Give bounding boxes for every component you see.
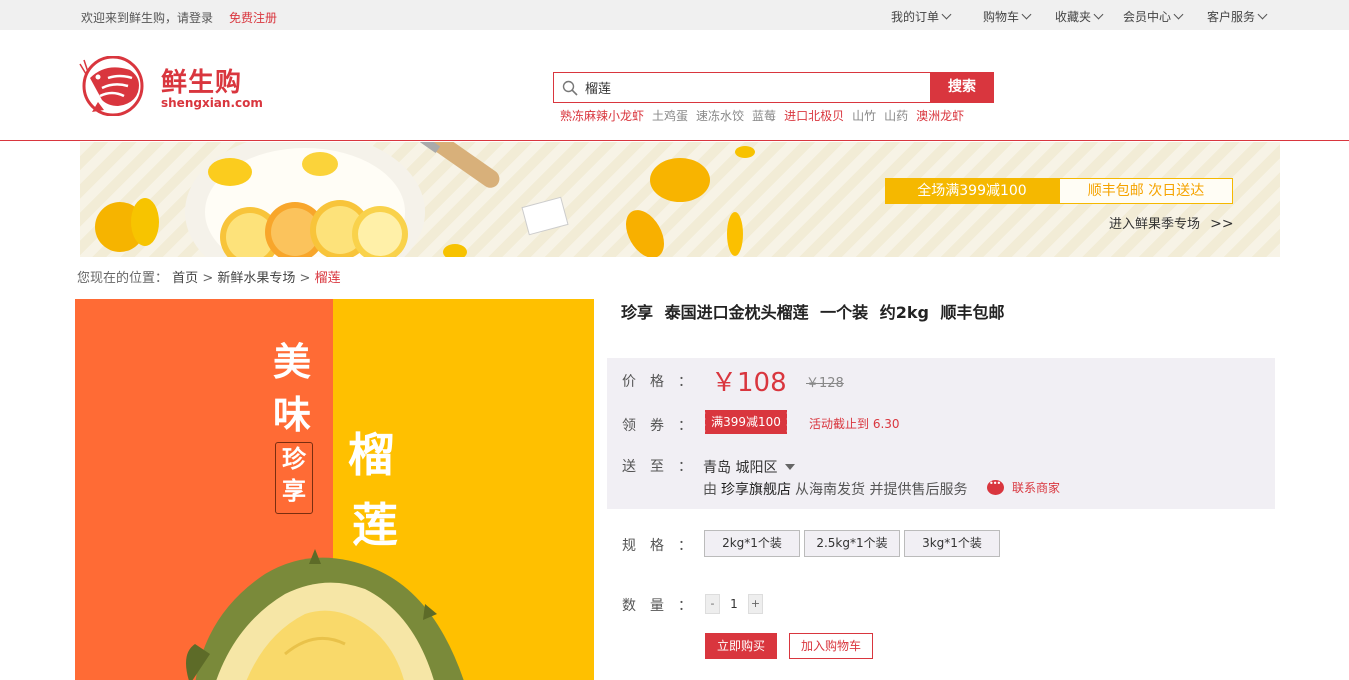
- image-text-mei: 美: [273, 340, 312, 384]
- coupon-deadline: 活动截止到 6.30: [809, 417, 900, 431]
- ship-to-label: 送至：: [622, 459, 706, 475]
- welcome-login-link[interactable]: 欢迎来到鲜生购，请登录: [81, 9, 213, 26]
- spec-option-2kg[interactable]: 2kg*1个装: [704, 530, 800, 557]
- contact-seller-link[interactable]: 联系商家: [987, 479, 1060, 496]
- double-chevron-right-icon: >>: [1210, 216, 1234, 232]
- shrimp-logo-icon[interactable]: [78, 56, 148, 116]
- quantity-increase-button[interactable]: +: [748, 594, 763, 614]
- region-value: 青岛 城阳区: [703, 460, 778, 476]
- coupon-label: 领券：: [622, 418, 706, 434]
- product-image[interactable]: 美 味 珍 享 榴 莲: [75, 299, 594, 680]
- chevron-down-icon: [1021, 9, 1032, 20]
- coupon-button[interactable]: 满399减100: [703, 410, 787, 434]
- hot-word-link[interactable]: 山药: [884, 107, 908, 124]
- shop-name-link[interactable]: 珍享旗舰店: [721, 479, 791, 499]
- hot-word-link[interactable]: 速冻水饺: [696, 107, 744, 124]
- nav-label: 收藏夹: [1055, 10, 1092, 24]
- enter-season-label: 进入鲜果季专场: [1109, 217, 1201, 232]
- spec-option-2-5kg[interactable]: 2.5kg*1个装: [804, 530, 900, 557]
- promo-full-reduction: 全场满399减100: [885, 178, 1059, 204]
- nav-label: 购物车: [983, 10, 1020, 24]
- shipping-info: 由 珍享旗舰店 从海南发货 并提供售后服务: [703, 479, 967, 499]
- hot-word-link[interactable]: 澳洲龙虾: [916, 107, 964, 124]
- register-link[interactable]: 免费注册: [229, 9, 277, 26]
- breadcrumb-current: 榴莲: [314, 271, 341, 286]
- original-price: ￥128: [806, 376, 844, 391]
- breadcrumb-separator: >: [299, 271, 311, 286]
- enter-season-link[interactable]: 进入鲜果季专场 >>: [1109, 213, 1234, 232]
- top-bar: 欢迎来到鲜生购，请登录 免费注册 我的订单 购物车 收藏夹 会员中心 客户服务: [0, 0, 1349, 30]
- chat-bubble-icon: [987, 479, 1004, 495]
- buy-now-button[interactable]: 立即购买: [705, 633, 777, 659]
- search-bar: 搜索: [553, 72, 994, 103]
- chevron-down-icon: [941, 9, 952, 20]
- nav-label: 客户服务: [1207, 10, 1256, 24]
- hot-word-link[interactable]: 进口北极贝: [784, 107, 844, 124]
- durian-icon: [186, 549, 464, 680]
- ship-from-suffix: 从海南发货 并提供售后服务: [795, 482, 968, 498]
- ship-from-prefix: 由: [703, 482, 717, 498]
- image-seal: 珍 享: [275, 442, 313, 514]
- contact-seller-label: 联系商家: [1012, 481, 1061, 495]
- search-input[interactable]: [585, 75, 925, 100]
- price-label: 价格：: [622, 374, 706, 390]
- breadcrumb-separator: >: [202, 271, 214, 286]
- nav-label: 我的订单: [891, 10, 940, 24]
- fruit-photo: [95, 142, 755, 257]
- quantity-decrease-button[interactable]: -: [705, 594, 720, 614]
- seal-text-xiang: 享: [282, 477, 306, 505]
- breadcrumb-home[interactable]: 首页: [172, 271, 198, 286]
- logo-domain: shengxian.com: [161, 96, 263, 110]
- quantity-label: 数量：: [622, 598, 706, 614]
- nav-favorites[interactable]: 收藏夹: [1055, 8, 1104, 25]
- hot-word-link[interactable]: 土鸡蛋: [652, 107, 688, 124]
- search-icon: [562, 80, 578, 96]
- nav-my-orders[interactable]: 我的订单: [891, 8, 952, 25]
- chevron-down-icon: [1093, 9, 1104, 20]
- add-to-cart-button[interactable]: 加入购物车: [789, 633, 873, 659]
- quantity-input[interactable]: [722, 594, 746, 614]
- hot-word-link[interactable]: 蓝莓: [752, 107, 776, 124]
- image-text-liu: 榴: [348, 428, 394, 482]
- product-title: 珍享 泰国进口金枕头榴莲 一个装 约2kg 顺丰包邮: [621, 303, 1005, 322]
- hot-word-link[interactable]: 山竹: [852, 107, 876, 124]
- caret-down-icon: [785, 464, 796, 470]
- nav-customer-service[interactable]: 客户服务: [1207, 8, 1268, 25]
- current-price: ￥108: [711, 368, 787, 398]
- spec-label: 规格：: [622, 538, 706, 554]
- spec-option-3kg[interactable]: 3kg*1个装: [904, 530, 1000, 557]
- image-text-wei: 味: [273, 393, 312, 437]
- site-header: 鲜生购 shengxian.com 搜索 熟冻麻辣小龙虾土鸡蛋速冻水饺蓝莓进口北…: [0, 30, 1349, 141]
- nav-member-center[interactable]: 会员中心: [1123, 8, 1184, 25]
- hot-search-words: 熟冻麻辣小龙虾 土鸡蛋 速冻水饺 蓝莓 进口北极贝 山竹 山药 澳洲龙虾: [560, 107, 964, 124]
- nav-cart[interactable]: 购物车: [983, 8, 1032, 25]
- breadcrumb-category[interactable]: 新鲜水果专场: [217, 271, 295, 286]
- nav-label: 会员中心: [1123, 10, 1172, 24]
- hot-word-link[interactable]: 熟冻麻辣小龙虾: [560, 107, 644, 124]
- promo-banner[interactable]: 全场满399减100 顺丰包邮 次日送达 进入鲜果季专场 >>: [80, 142, 1280, 257]
- chevron-down-icon: [1173, 9, 1184, 20]
- seal-text-zhen: 珍: [282, 445, 306, 473]
- search-button[interactable]: 搜索: [930, 72, 994, 103]
- breadcrumb-prefix: 您现在的位置：: [77, 271, 169, 286]
- region-selector[interactable]: 青岛 城阳区: [703, 457, 796, 477]
- promo-free-shipping: 顺丰包邮 次日送达: [1059, 178, 1233, 204]
- chevron-down-icon: [1257, 9, 1268, 20]
- breadcrumb: 您现在的位置： 首页 > 新鲜水果专场 > 榴莲: [77, 267, 341, 286]
- logo-text[interactable]: 鲜生购: [161, 62, 242, 99]
